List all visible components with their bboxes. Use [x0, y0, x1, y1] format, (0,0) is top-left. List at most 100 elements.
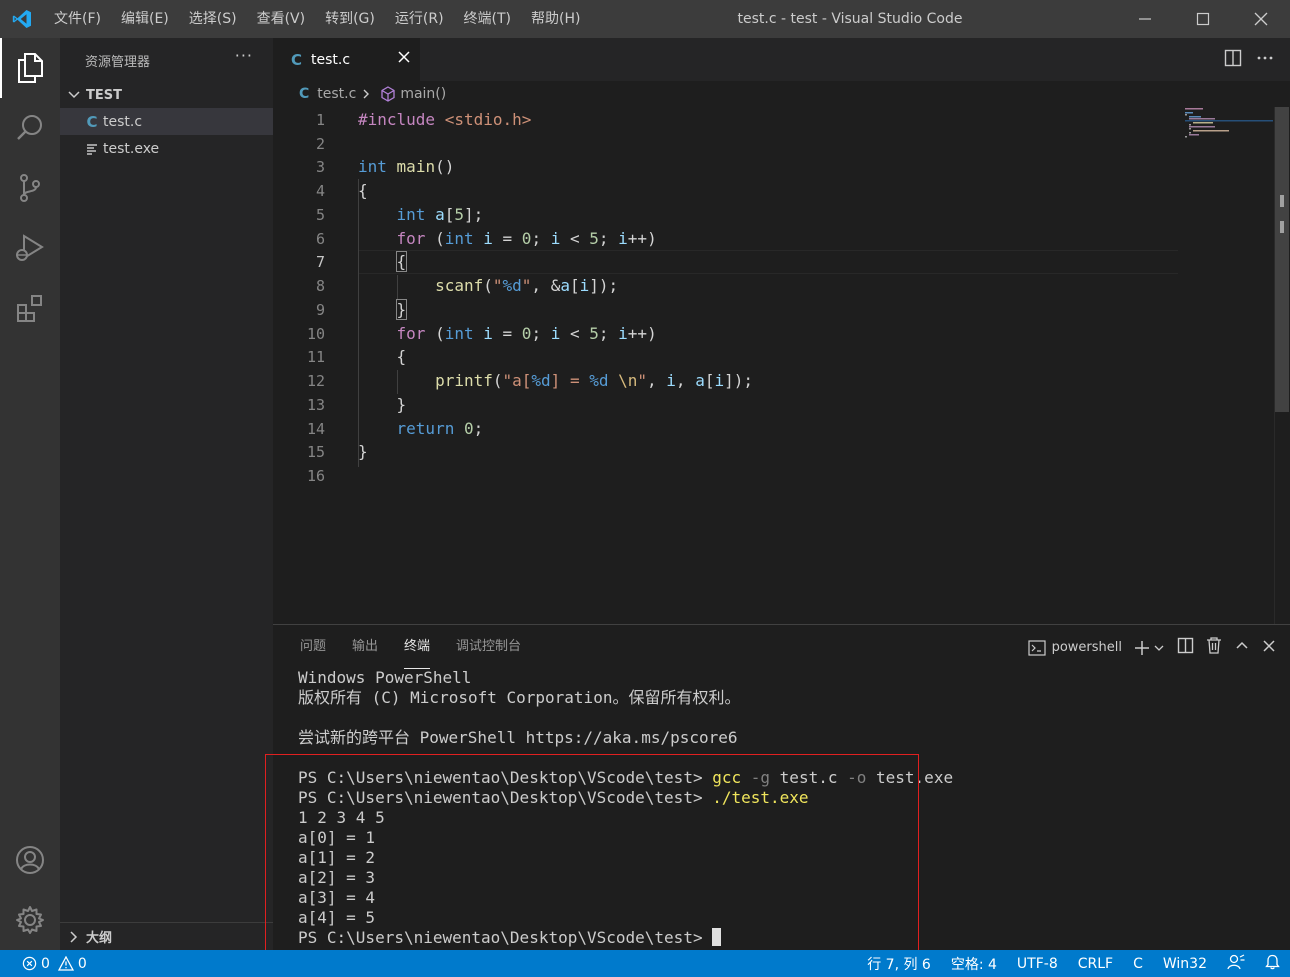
code-line: for (int i = 0; i < 5; i++)	[396, 324, 657, 343]
tab-output[interactable]: 输出	[339, 625, 391, 665]
terminal-select[interactable]: powershell	[1027, 639, 1122, 656]
outline-section[interactable]: 大纲	[60, 922, 273, 950]
outline-label: 大纲	[86, 931, 113, 946]
maximize-icon	[1196, 12, 1210, 26]
indentation[interactable]: 空格: 4	[941, 954, 1007, 974]
cursor-position[interactable]: 行 7, 列 6	[857, 954, 941, 974]
line-number: 14	[306, 420, 325, 438]
menu-run[interactable]: 运行(R)	[385, 0, 454, 38]
menu-edit[interactable]: 编辑(E)	[111, 0, 179, 38]
tab-problems[interactable]: 问题	[287, 625, 339, 665]
line-number: 6	[315, 230, 325, 248]
folder-test[interactable]: TEST	[60, 82, 273, 108]
editor-scrollbar[interactable]	[1274, 107, 1289, 624]
command-flag: -o	[847, 768, 867, 787]
scrollbar-thumb[interactable]	[1275, 107, 1289, 412]
end-of-line[interactable]: CRLF	[1068, 956, 1123, 972]
code-editor[interactable]: 1 2 3 4 5 6 7 8 9 10 11 12 13 14 15 16 #…	[273, 107, 1290, 624]
terminal-icon	[1027, 639, 1046, 656]
platform[interactable]: Win32	[1153, 956, 1217, 972]
code-line: {	[395, 251, 408, 272]
accounts-button[interactable]	[0, 830, 60, 890]
bell-icon	[1265, 954, 1280, 969]
file-label: test.exe	[103, 140, 160, 157]
extensions-icon	[17, 295, 42, 322]
split-editor-button[interactable]	[1224, 49, 1242, 71]
prompt: PS C:\Users\niewentao\Desktop\VScode\tes…	[298, 788, 713, 807]
chevron-down-icon	[1154, 645, 1164, 651]
file-item-test-c[interactable]: C test.c	[60, 108, 273, 135]
tab-debug-console[interactable]: 调试控制台	[443, 625, 534, 665]
editor-tabs: C test.c	[273, 38, 1290, 81]
code-line: return 0;	[396, 419, 484, 438]
line-number: 3	[315, 158, 325, 176]
code-line: int a[5];	[396, 205, 484, 224]
terminal-line: a[3] = 4	[298, 888, 376, 907]
minimize-button[interactable]	[1116, 0, 1174, 38]
explorer-button[interactable]	[0, 38, 60, 98]
prompt: PS C:\Users\niewentao\Desktop\VScode\tes…	[298, 928, 713, 947]
code-line: #include <stdio.h>	[358, 110, 532, 129]
breadcrumb-file[interactable]: test.c	[317, 86, 356, 102]
exe-file-icon	[82, 143, 102, 155]
terminal-output[interactable]: Windows PowerShell 版权所有 (C) Microsoft Co…	[298, 668, 953, 948]
tab-close-button[interactable]	[396, 49, 412, 69]
encoding[interactable]: UTF-8	[1007, 956, 1068, 972]
code-line: for (int i = 0; i < 5; i++)	[396, 229, 657, 248]
activity-bar	[0, 38, 60, 950]
breadcrumb-symbol[interactable]: main()	[400, 86, 446, 102]
menu-file[interactable]: 文件(F)	[44, 0, 111, 38]
maximize-button[interactable]	[1174, 0, 1232, 38]
close-window-button[interactable]	[1232, 0, 1290, 38]
run-debug-button[interactable]	[0, 218, 60, 278]
c-file-icon: C	[86, 112, 98, 131]
line-number: 11	[306, 348, 325, 366]
title-bar: 文件(F) 编辑(E) 选择(S) 查看(V) 转到(G) 运行(R) 终端(T…	[0, 0, 1290, 38]
code-line: }	[358, 395, 407, 414]
extensions-button[interactable]	[0, 278, 60, 338]
menu-terminal[interactable]: 终端(T)	[454, 0, 521, 38]
line-number: 4	[315, 182, 325, 200]
chevron-right-icon	[360, 88, 372, 100]
line-number: 5	[315, 206, 325, 224]
gear-icon	[16, 906, 44, 934]
chevron-down-icon	[68, 91, 80, 99]
status-right: 行 7, 列 6 空格: 4 UTF-8 CRLF C Win32	[857, 950, 1290, 977]
window-title: test.c - test - Visual Studio Code	[737, 11, 963, 27]
editor-more-button[interactable]	[1256, 49, 1274, 71]
menu-go[interactable]: 转到(G)	[315, 0, 385, 38]
line-number: 9	[315, 301, 325, 319]
minimap[interactable]	[1185, 107, 1273, 147]
search-button[interactable]	[0, 98, 60, 158]
source-control-button[interactable]	[0, 158, 60, 218]
close-panel-button[interactable]	[1262, 639, 1276, 657]
line-number: 15	[306, 443, 325, 461]
manage-button[interactable]	[0, 890, 60, 950]
new-terminal-button[interactable]	[1134, 640, 1165, 656]
explorer-title: 资源管理器	[85, 54, 151, 70]
split-terminal-button[interactable]	[1177, 637, 1194, 658]
notifications-button[interactable]	[1255, 954, 1290, 974]
problems-status[interactable]: 0 0	[0, 956, 87, 972]
more-actions-icon[interactable]: ···	[235, 46, 253, 65]
language-mode[interactable]: C	[1123, 956, 1153, 972]
minimize-icon	[1139, 18, 1151, 20]
command-flag: -g	[750, 768, 771, 787]
vscode-logo-icon[interactable]	[0, 0, 44, 38]
tab-terminal[interactable]: 终端	[391, 625, 443, 669]
shell-name: powershell	[1051, 640, 1122, 655]
scrollbar-marker	[1280, 195, 1284, 207]
terminal-line: a[4] = 5	[298, 908, 376, 927]
menu-view[interactable]: 查看(V)	[247, 0, 316, 38]
file-item-test-exe[interactable]: test.exe	[60, 135, 273, 162]
kill-terminal-button[interactable]	[1206, 637, 1222, 658]
terminal-cursor	[712, 928, 722, 946]
run-debug-icon	[16, 234, 44, 261]
maximize-panel-button[interactable]	[1234, 638, 1250, 658]
menu-selection[interactable]: 选择(S)	[179, 0, 247, 38]
terminal-line-prompt: PS C:\Users\niewentao\Desktop\VScode\tes…	[298, 928, 953, 948]
feedback-button[interactable]	[1217, 953, 1255, 974]
tab-test-c[interactable]: C test.c	[273, 38, 420, 81]
menu-help[interactable]: 帮助(H)	[521, 0, 590, 38]
